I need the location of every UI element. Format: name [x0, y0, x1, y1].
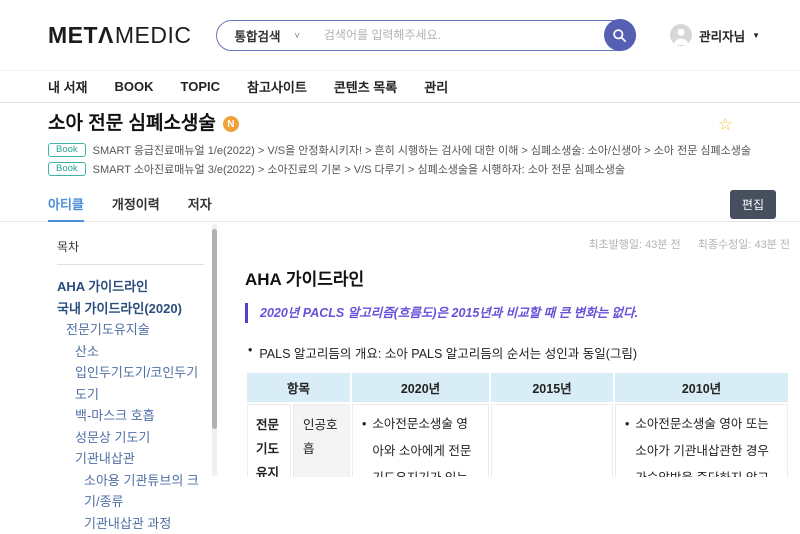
search-category-dropdown[interactable]: 통합검색 ∨: [217, 25, 307, 46]
logo-bold-part: METΛ: [48, 22, 114, 49]
person-icon: [670, 24, 692, 46]
nav-item-my-library[interactable]: 내 서재: [48, 77, 88, 96]
toc-item[interactable]: 입인두기도기/코인두기도기: [57, 362, 204, 405]
breadcrumb-path: SMART 소아진료매뉴얼 3/e(2022) > 소아진료의 기본 > V/S…: [93, 161, 625, 177]
nav-item-book[interactable]: BOOK: [115, 79, 154, 94]
tab-bar: 아티클 개정이력 저자 편집: [0, 187, 800, 222]
caret-down-icon: ▼: [752, 31, 760, 40]
search-button[interactable]: [604, 19, 636, 51]
search-bar: 통합검색 ∨: [216, 20, 636, 51]
table-header-row: 항목 2020년 2015년 2010년: [247, 373, 788, 402]
top-header: METΛ MEDIC 통합검색 ∨ 관리자님 ▼: [0, 0, 800, 70]
modified-date: 최종수정일: 43분 전: [698, 239, 790, 251]
book-badge: Book: [48, 162, 86, 176]
scrollbar-thumb[interactable]: [212, 229, 217, 429]
search-input[interactable]: [307, 28, 635, 42]
toc-item[interactable]: 소아용 기관튜브의 크기/종류: [57, 470, 204, 513]
section-heading: AHA 가이드라인: [245, 270, 790, 290]
toc-item[interactable]: 기관내삽관: [57, 448, 204, 470]
search-icon: [612, 28, 627, 43]
breadcrumb[interactable]: Book SMART 소아진료매뉴얼 3/e(2022) > 소아진료의 기본 …: [48, 161, 752, 177]
toc-item[interactable]: 산소: [57, 341, 204, 363]
user-name: 관리자님: [699, 26, 745, 45]
logo-light-part: MEDIC: [115, 22, 192, 49]
book-badge: Book: [48, 143, 86, 157]
published-date: 최초발행일: 43분 전: [588, 239, 680, 251]
toc-title: 목차: [57, 238, 204, 255]
toc-item[interactable]: 국내 가이드라인(2020): [57, 298, 204, 320]
table-header-2010: 2010년: [615, 373, 788, 402]
breadcrumb[interactable]: Book SMART 응급진료매뉴얼 1/e(2022) > V/S을 안정화시…: [48, 142, 752, 158]
toc-item[interactable]: 기관내삽관 과정: [57, 513, 204, 534]
table-header-2020: 2020년: [352, 373, 489, 402]
sidebar-scrollbar[interactable]: [212, 224, 217, 476]
edit-button[interactable]: 편집: [730, 190, 776, 219]
overview-bullet: PALS 알고리듬의 개요: 소아 PALS 알고리듬의 순서는 성인과 동일(…: [245, 343, 790, 362]
key-point-quote: 2020년 PACLS 알고리즘(흐름도)은 2015년과 비교할 때 큰 변화…: [245, 303, 790, 323]
avatar: [670, 24, 692, 46]
table-cell-item: 인공호흡: [293, 404, 350, 477]
toc-item[interactable]: 전문기도유지술: [57, 319, 204, 341]
nav-item-admin[interactable]: 관리: [424, 77, 448, 96]
breadcrumb-path: SMART 응급진료매뉴얼 1/e(2022) > V/S을 안정화시키자! >…: [93, 142, 751, 158]
article-content: 최초발행일: 43분 전 최종수정일: 43분 전 AHA 가이드라인 2020…: [218, 222, 800, 477]
logo[interactable]: METΛ MEDIC: [48, 22, 192, 49]
bullet-text: 소아전문소생술 영아와 소아에게 전문 기도유지기가 있는 상황에서 심폐소생술…: [362, 411, 479, 477]
table-cell-2010: 소아전문소생술 영아 또는 소아가 기관내삽관한 경우 가슴압박을 중단하지 않…: [615, 404, 788, 477]
article-meta: 최초발행일: 43분 전 최종수정일: 43분 전: [245, 236, 790, 252]
toc-sidebar: 목차 AHA 가이드라인 국내 가이드라인(2020) 전문기도유지술 산소 입…: [0, 222, 218, 477]
toc-divider: [57, 264, 204, 265]
table-header-2015: 2015년: [491, 373, 613, 402]
comparison-table: 항목 2020년 2015년 2010년 전문기도유지술 인공호흡 소아전문소생…: [245, 371, 790, 477]
table-cell-2015: [491, 404, 613, 477]
tab-authors[interactable]: 저자: [188, 187, 212, 222]
table-cell-category: 전문기도유지술: [247, 404, 291, 477]
new-badge: N: [223, 116, 239, 132]
content-area: 목차 AHA 가이드라인 국내 가이드라인(2020) 전문기도유지술 산소 입…: [0, 222, 800, 477]
tab-revision-history[interactable]: 개정이력: [112, 187, 160, 222]
toc-item[interactable]: 성문상 기도기: [57, 427, 204, 449]
nav-item-content-list[interactable]: 콘텐츠 목록: [334, 77, 397, 96]
toc-list: AHA 가이드라인 국내 가이드라인(2020) 전문기도유지술 산소 입인두기…: [57, 276, 204, 534]
main-nav: 내 서재 BOOK TOPIC 참고사이트 콘텐츠 목록 관리: [0, 70, 800, 103]
table-row: 전문기도유지술 인공호흡 소아전문소생술 영아와 소아에게 전문 기도유지기가 …: [247, 404, 788, 477]
title-section: 소아 전문 심폐소생술 N ☆ Book SMART 응급진료매뉴얼 1/e(2…: [0, 103, 800, 177]
tab-article[interactable]: 아티클: [48, 187, 84, 222]
nav-item-reference-sites[interactable]: 참고사이트: [247, 77, 307, 96]
breadcrumb-list: Book SMART 응급진료매뉴얼 1/e(2022) > V/S을 안정화시…: [48, 142, 752, 177]
toc-item[interactable]: AHA 가이드라인: [57, 276, 204, 298]
user-menu[interactable]: 관리자님 ▼: [670, 24, 760, 46]
favorite-star-icon[interactable]: ☆: [718, 116, 733, 133]
search-category-label: 통합검색: [235, 26, 281, 45]
page-title: 소아 전문 심폐소생술: [48, 113, 216, 135]
table-header-item: 항목: [247, 373, 350, 402]
chevron-down-icon: ∨: [294, 31, 301, 40]
toc-item[interactable]: 백-마스크 호흡: [57, 405, 204, 427]
bullet-text: 소아전문소생술 영아 또는 소아가 기관내삽관한 경우 가슴압박을 중단하지 않…: [625, 411, 778, 477]
nav-item-topic[interactable]: TOPIC: [181, 79, 221, 94]
table-cell-2020: 소아전문소생술 영아와 소아에게 전문 기도유지기가 있는 상황에서 심폐소생술…: [352, 404, 489, 477]
